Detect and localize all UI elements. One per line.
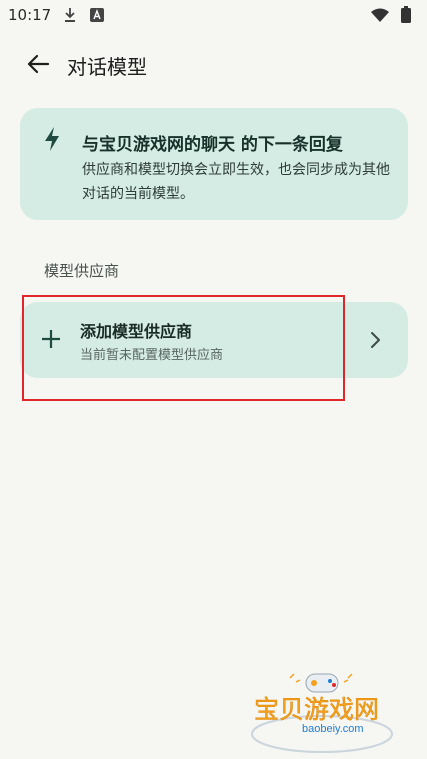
watermark-url: baobeiy.com [302, 723, 364, 735]
page-title: 对话模型 [67, 55, 147, 79]
status-time: 10:17 [8, 6, 52, 24]
wifi-icon [371, 7, 389, 26]
info-card-description: 供应商和模型切换会立即生效，也会同步成为其他对话的当前模型。 [82, 162, 390, 202]
watermark-text: 宝贝游戏网 [254, 695, 380, 725]
back-button[interactable] [24, 52, 52, 76]
add-provider-subtitle: 当前暂未配置模型供应商 [80, 348, 224, 363]
download-icon [63, 7, 77, 27]
add-provider-button[interactable] [20, 302, 408, 378]
top-app-bar: 对话模型 [0, 42, 427, 86]
section-label-providers: 模型供应商 [44, 262, 120, 280]
chevron-right-icon [368, 331, 382, 353]
a-notification-icon [90, 7, 104, 26]
add-provider-title: 添加模型供应商 [80, 322, 193, 341]
battery-icon [401, 6, 411, 27]
bolt-icon [41, 126, 63, 156]
status-bar: 10:17 [0, 0, 427, 30]
watermark-logo: 宝贝游戏网 baobeiy.com [250, 670, 410, 755]
info-card-title: 与宝贝游戏网的聊天 的下一条回复 [82, 135, 343, 155]
plus-icon [41, 329, 61, 353]
arrow-left-icon [27, 54, 50, 74]
